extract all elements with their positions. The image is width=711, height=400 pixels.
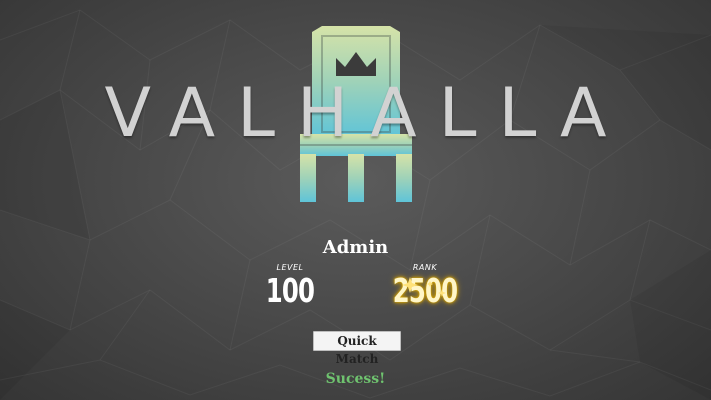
status-message: Sucess!: [325, 371, 386, 387]
level-value: 100: [265, 271, 315, 310]
quick-match-button[interactable]: Quick Match: [313, 331, 401, 366]
rank-value: 2500: [392, 271, 458, 310]
game-logo: VALHALLA: [0, 0, 711, 230]
game-title: VALHALLA: [104, 74, 629, 153]
level-stat: LEVEL 100: [245, 263, 335, 309]
player-name: Admin: [322, 237, 389, 258]
rank-stat: RANK 2500: [380, 263, 470, 309]
